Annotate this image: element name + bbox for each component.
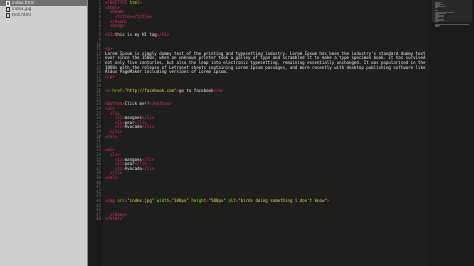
token-str: "100px" bbox=[171, 198, 189, 203]
file-icon bbox=[6, 0, 10, 6]
token-tag: </li> bbox=[141, 165, 155, 171]
token-attr: width bbox=[154, 198, 170, 203]
file-icon bbox=[6, 12, 10, 18]
token-str: "500px" bbox=[208, 198, 226, 203]
token-txt: Click me!! bbox=[124, 101, 150, 107]
token-tag: </button> bbox=[149, 101, 172, 107]
token-attr: src bbox=[117, 198, 125, 203]
text-editor-window: index.html index.jpg test.html Lorem Ipsum… bbox=[0, 0, 474, 266]
token-txt: go to facebook bbox=[178, 87, 214, 93]
token-txt: Avocado bbox=[124, 165, 142, 171]
token-tag: </h1> bbox=[156, 32, 170, 38]
token-str: "index.jpg" bbox=[127, 198, 155, 203]
minimap-line bbox=[435, 25, 440, 27]
code-line: 48 </html> bbox=[89, 217, 429, 222]
token-tag: </html> bbox=[105, 216, 123, 222]
token-txt: this is my H1 tag bbox=[114, 32, 157, 38]
token-tag: </ul> bbox=[105, 133, 118, 139]
token-tag: <body> bbox=[105, 23, 125, 29]
token-attr: html bbox=[129, 0, 140, 6]
token-str: "birds doing something i don't know" bbox=[238, 198, 327, 203]
token-txt: Avocado bbox=[124, 124, 142, 130]
token-attr: href bbox=[112, 87, 123, 93]
token-tag: </title> bbox=[132, 14, 152, 19]
token-tag: > bbox=[326, 198, 330, 203]
token-tag: </p> bbox=[105, 73, 115, 79]
line-number: 48 bbox=[96, 216, 101, 222]
token-tag: <h1> bbox=[105, 32, 115, 38]
token-attr: height bbox=[188, 198, 207, 203]
file-sidebar: index.html index.jpg test.html bbox=[0, 0, 88, 266]
token-str: "http://facebook.com" bbox=[124, 87, 177, 93]
token-tag: > bbox=[139, 0, 142, 6]
token-attr: alt bbox=[225, 198, 236, 203]
file-name: test.html bbox=[12, 12, 31, 17]
token-tag: </li> bbox=[141, 124, 155, 130]
code-content: </html> bbox=[105, 217, 122, 222]
token-tag: <img bbox=[105, 198, 118, 203]
token-tag: </ol> bbox=[105, 175, 118, 180]
minimap[interactable] bbox=[429, 0, 474, 266]
minimap-line bbox=[435, 7, 439, 8]
sidebar-file-2[interactable]: test.html bbox=[0, 12, 87, 18]
token-tag: </a> bbox=[213, 87, 224, 93]
file-icon bbox=[6, 6, 10, 12]
code-editor[interactable]: Lorem Ipsum is simply dummy text of the … bbox=[89, 0, 429, 266]
minimap-line bbox=[435, 21, 439, 22]
token-tag: <p> bbox=[105, 46, 113, 52]
